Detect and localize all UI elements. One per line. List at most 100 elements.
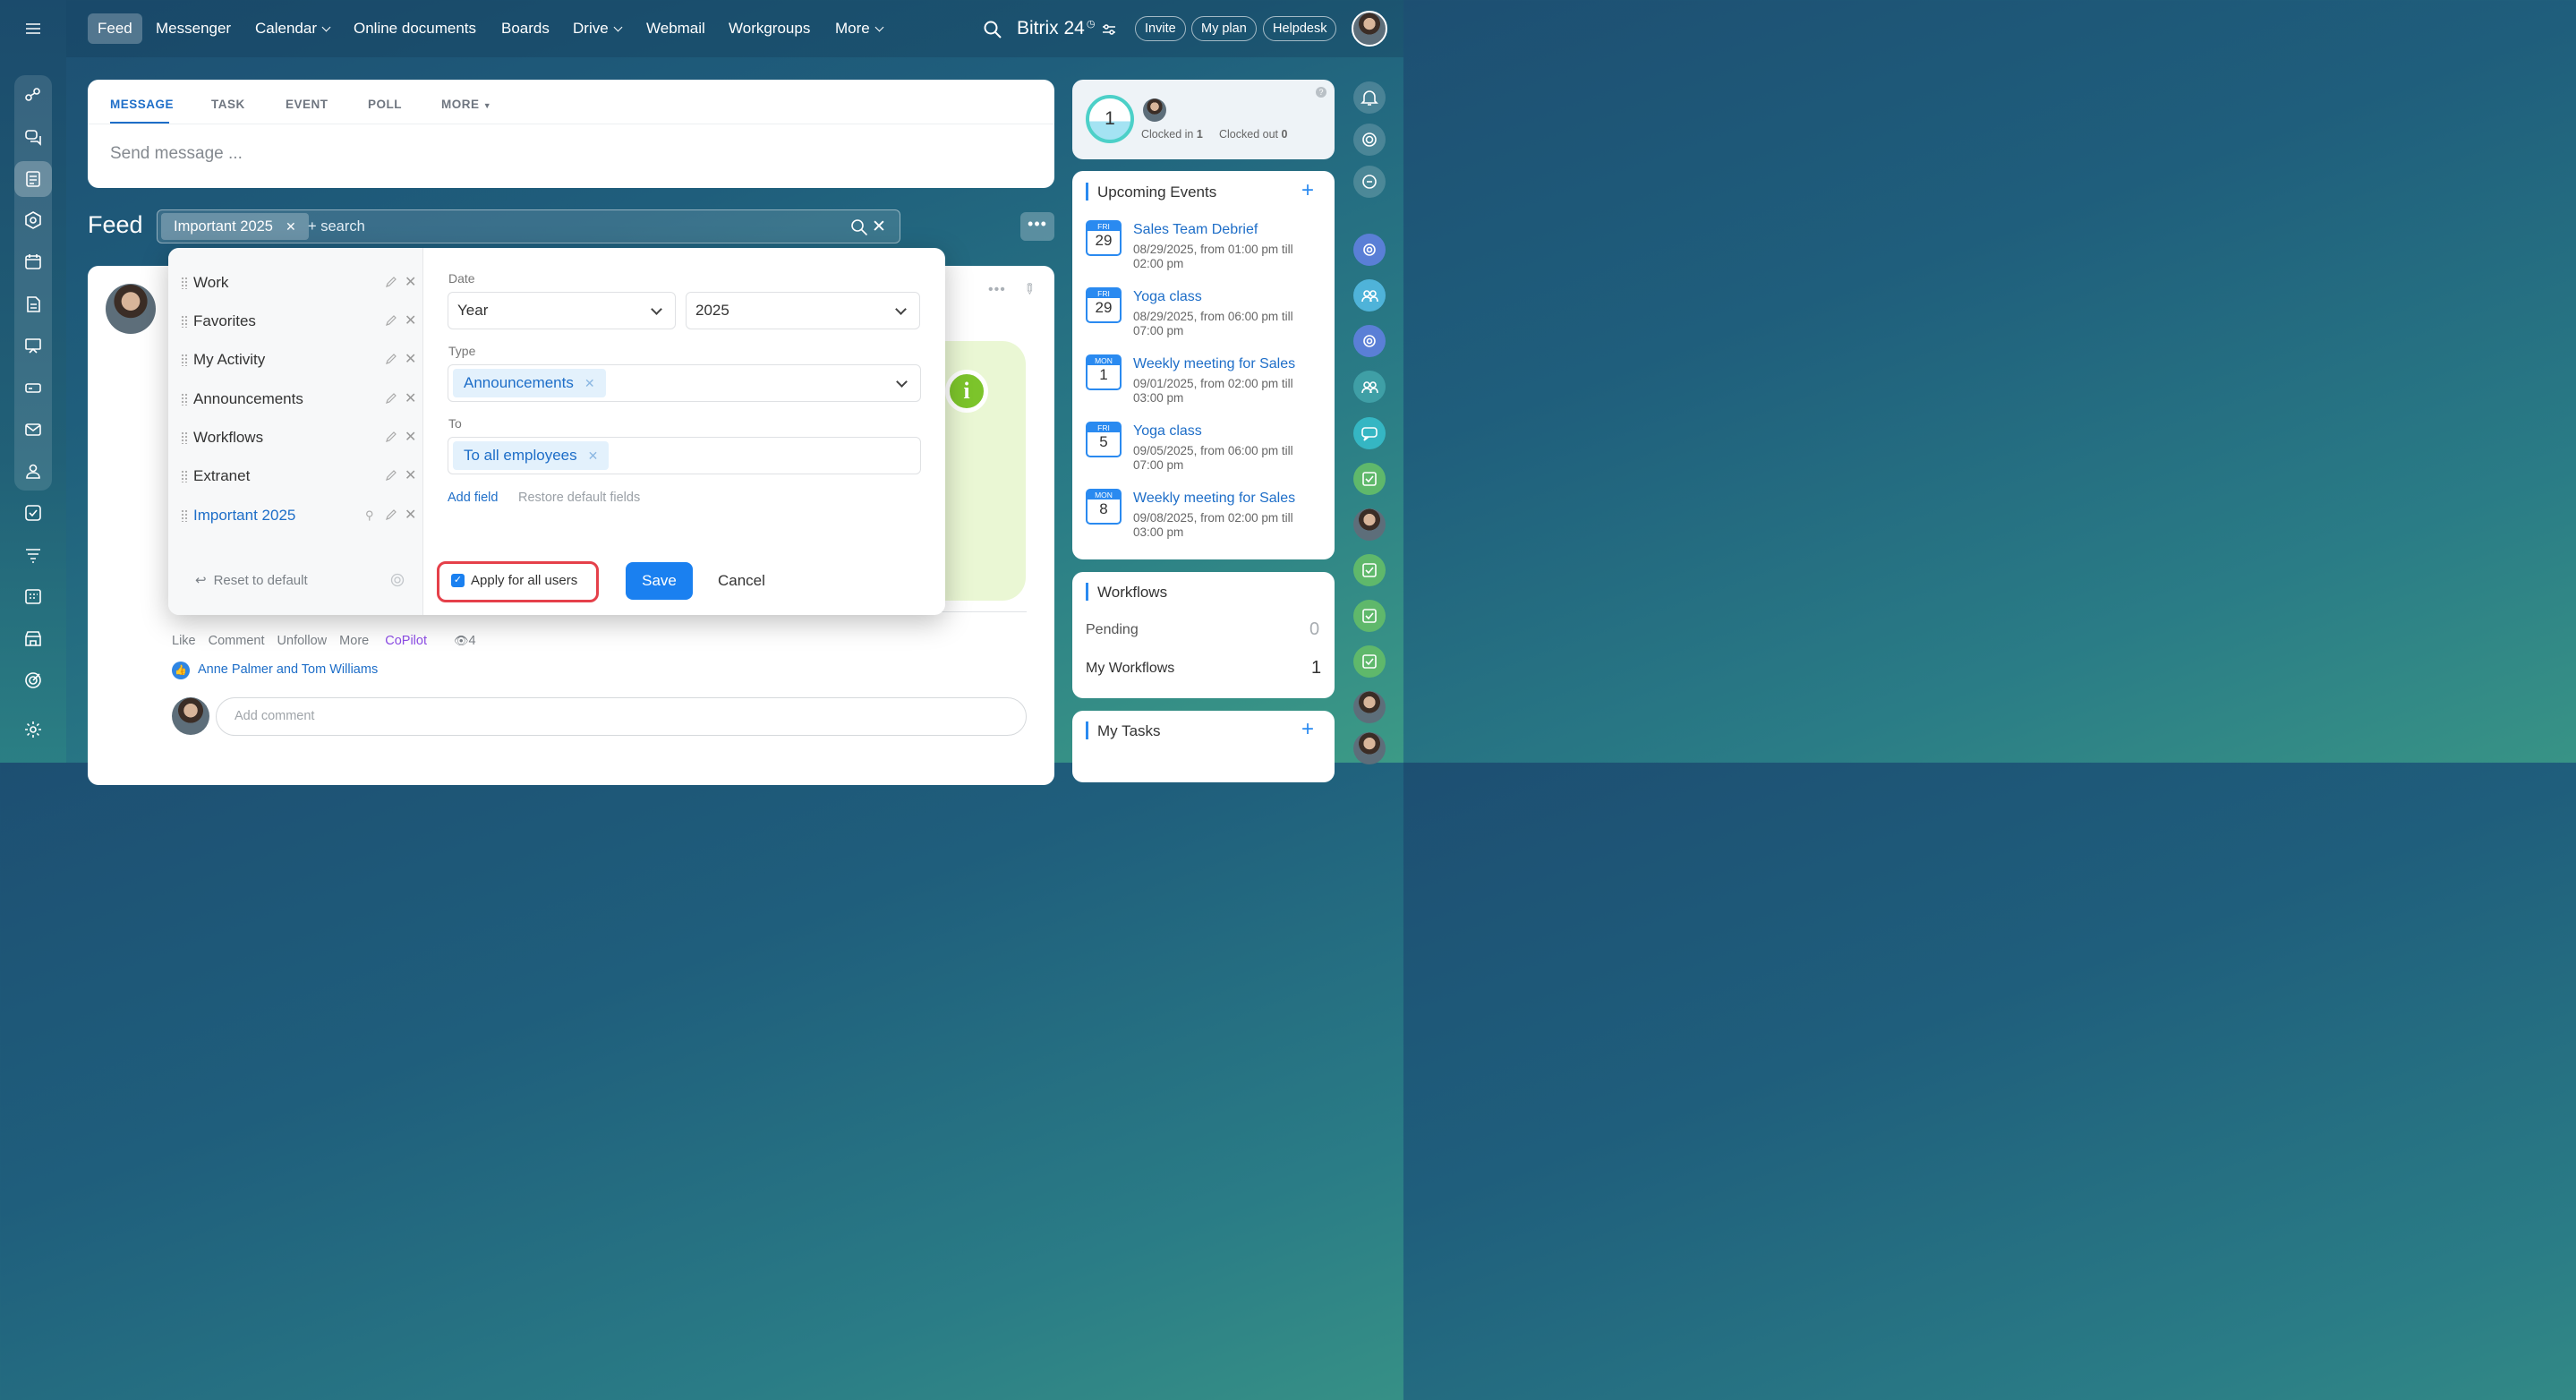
nav-calendar[interactable]: Calendar: [245, 13, 339, 44]
tab-poll[interactable]: POLL: [368, 98, 402, 111]
apply-all-checkbox[interactable]: ✓: [451, 574, 465, 587]
nav-workgroups[interactable]: Workgroups: [719, 13, 820, 44]
store-icon[interactable]: [14, 620, 52, 656]
save-button[interactable]: Save: [626, 562, 693, 600]
feed-options-button[interactable]: •••: [1020, 212, 1054, 241]
copilot-icon[interactable]: [1353, 124, 1386, 156]
likes-users-link[interactable]: Anne Palmer and Tom Williams: [198, 662, 378, 677]
active-filter-chip[interactable]: Important 2025 ✕: [161, 213, 309, 240]
workgroups-icon[interactable]: [14, 202, 52, 238]
type-select[interactable]: Announcements ✕: [448, 364, 921, 402]
nav-more[interactable]: More: [825, 13, 892, 44]
mail-icon[interactable]: [14, 412, 52, 448]
boards-icon[interactable]: [14, 328, 52, 363]
pending-workflows-link[interactable]: Pending: [1086, 622, 1139, 638]
drive-icon[interactable]: [14, 370, 52, 405]
preset-workflows[interactable]: Workflows ✕: [177, 422, 421, 454]
add-task-icon[interactable]: +: [1301, 717, 1314, 742]
feed-icon[interactable]: [14, 161, 52, 197]
preset-important-2025[interactable]: Important 2025 ⚲ ✕: [177, 499, 421, 532]
drag-handle-icon[interactable]: [181, 354, 188, 366]
preset-extranet[interactable]: Extranet ✕: [177, 460, 421, 492]
nav-webmail[interactable]: Webmail: [636, 13, 715, 44]
add-event-icon[interactable]: +: [1301, 178, 1314, 203]
tab-more[interactable]: MORE ▼: [441, 98, 491, 111]
contact-avatar[interactable]: [1353, 691, 1386, 723]
clear-search-icon[interactable]: ✕: [872, 217, 886, 237]
edit-pencil-icon[interactable]: [385, 353, 397, 365]
comment-link[interactable]: Comment: [209, 634, 265, 648]
user-avatar[interactable]: [1352, 11, 1387, 47]
pin-icon[interactable]: ⚲: [365, 499, 374, 532]
remove-tag-icon[interactable]: ✕: [584, 376, 595, 390]
preset-announcements[interactable]: Announcements ✕: [177, 383, 421, 415]
post-menu-icon[interactable]: •••: [988, 282, 1006, 298]
drag-handle-icon[interactable]: [181, 315, 188, 328]
nav-boards[interactable]: Boards: [491, 13, 559, 44]
nav-feed[interactable]: Feed: [88, 13, 142, 44]
invite-button[interactable]: Invite: [1135, 16, 1186, 41]
preset-favorites[interactable]: Favorites ✕: [177, 305, 421, 337]
task-chat-icon[interactable]: [1353, 600, 1386, 632]
tab-message[interactable]: MESSAGE: [110, 98, 174, 111]
remove-tag-icon[interactable]: ✕: [588, 448, 599, 463]
goals-icon[interactable]: [14, 662, 52, 698]
drag-handle-icon[interactable]: [181, 277, 188, 289]
open-channel-icon[interactable]: [1353, 234, 1386, 266]
sales-funnel-icon[interactable]: [14, 537, 52, 573]
remove-icon[interactable]: ✕: [405, 499, 416, 532]
pin-icon[interactable]: ✎: [1019, 278, 1040, 300]
search-input[interactable]: + search: [308, 218, 365, 235]
drag-handle-icon[interactable]: [181, 431, 188, 444]
remove-icon[interactable]: ✕: [405, 267, 416, 299]
brand-settings-icon[interactable]: [1101, 21, 1117, 38]
edit-pencil-icon[interactable]: [385, 469, 397, 482]
tab-event[interactable]: EVENT: [286, 98, 328, 111]
message-input[interactable]: Send message ...: [110, 144, 243, 164]
reset-to-default-link[interactable]: ↩ Reset to default: [195, 572, 308, 588]
task-chat-icon[interactable]: [1353, 645, 1386, 678]
remove-icon[interactable]: ✕: [405, 383, 416, 415]
nav-online-documents[interactable]: Online documents: [344, 13, 486, 44]
drag-handle-icon[interactable]: [181, 470, 188, 482]
task-chat-icon[interactable]: [1353, 554, 1386, 586]
employee-avatar[interactable]: [1143, 98, 1166, 122]
tab-task[interactable]: TASK: [211, 98, 245, 111]
crm-icon[interactable]: [14, 77, 52, 113]
edit-pencil-icon[interactable]: [385, 431, 397, 443]
edit-pencil-icon[interactable]: [385, 392, 397, 405]
help-icon[interactable]: ?: [1316, 87, 1326, 98]
unfollow-link[interactable]: Unfollow: [277, 634, 328, 648]
apply-all-label[interactable]: Apply for all users: [471, 573, 577, 588]
copilot-link[interactable]: CoPilot: [385, 634, 427, 648]
settings-icon[interactable]: [14, 712, 52, 747]
comment-input[interactable]: Add comment: [216, 697, 1027, 736]
my-plan-button[interactable]: My plan: [1191, 16, 1257, 41]
edit-pencil-icon[interactable]: [385, 276, 397, 288]
remove-icon[interactable]: ✕: [405, 344, 416, 376]
clocked-in-counter[interactable]: 1: [1086, 95, 1134, 143]
notifications-icon[interactable]: [1353, 81, 1386, 114]
helpdesk-button[interactable]: Helpdesk: [1263, 16, 1337, 41]
gear-icon[interactable]: [390, 573, 405, 587]
more-link[interactable]: More: [339, 634, 369, 648]
task-chat-icon[interactable]: [1353, 463, 1386, 495]
add-field-link[interactable]: Add field: [448, 491, 498, 505]
edit-pencil-icon[interactable]: [385, 314, 397, 327]
search-icon[interactable]: [983, 20, 1002, 39]
my-workflows-link[interactable]: My Workflows: [1086, 661, 1174, 677]
close-icon[interactable]: ✕: [286, 219, 296, 234]
tasks-icon[interactable]: [14, 495, 52, 531]
event-title-link[interactable]: Yoga class: [1133, 423, 1202, 440]
post-author-avatar[interactable]: [106, 284, 156, 334]
like-link[interactable]: Like: [172, 634, 196, 648]
group-chat-icon[interactable]: [1353, 279, 1386, 312]
date-year-select[interactable]: 2025: [686, 292, 920, 329]
edit-pencil-icon[interactable]: [385, 508, 397, 521]
chat-search-icon[interactable]: [1353, 166, 1386, 198]
event-title-link[interactable]: Sales Team Debrief: [1133, 222, 1258, 238]
remove-icon[interactable]: ✕: [405, 422, 416, 454]
calendar-icon[interactable]: [14, 243, 52, 279]
feed-filter-search[interactable]: Important 2025 ✕ + search ✕: [157, 209, 900, 243]
event-title-link[interactable]: Weekly meeting for Sales: [1133, 356, 1295, 372]
